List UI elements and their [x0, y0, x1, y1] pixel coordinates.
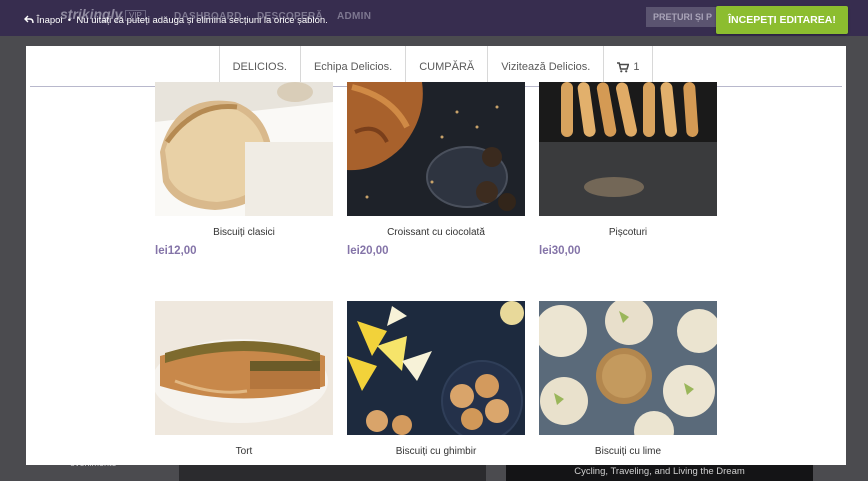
back-label: Înapoi: [36, 15, 63, 26]
product-card[interactable]: Pișcoturi lei30,00: [539, 82, 717, 257]
back-link[interactable]: Înapoi: [24, 15, 65, 26]
cart-button[interactable]: 1: [603, 46, 654, 86]
back-bar: Înapoi • Nu uitați că puteți adăuga și e…: [24, 15, 328, 26]
notice-text: Nu uitați că puteți adăuga și elimina se…: [76, 15, 328, 26]
start-editing-button[interactable]: ÎNCEPEȚI EDITAREA!: [716, 6, 848, 34]
product-photo[interactable]: [347, 82, 525, 216]
bg-card-caption: Cycling, Traveling, and Living the Dream: [574, 466, 745, 477]
product-card[interactable]: Tort: [155, 301, 333, 457]
product-name: Tort: [235, 446, 253, 457]
product-photo[interactable]: [347, 301, 525, 435]
nav-admin[interactable]: ADMIN: [337, 11, 371, 22]
product-price: lei20,00: [347, 245, 389, 257]
product-price: lei12,00: [155, 245, 197, 257]
product-name: Biscuiți clasici: [213, 227, 275, 238]
product-card[interactable]: Biscuiți cu ghimbir: [347, 301, 525, 457]
product-name: Biscuiți cu lime: [594, 446, 662, 457]
product-card[interactable]: Croissant cu ciocolată lei20,00: [347, 82, 525, 257]
product-photo[interactable]: [155, 301, 333, 435]
product-price: lei30,00: [539, 245, 581, 257]
site-nav-visit[interactable]: Vizitează Delicios.: [487, 46, 603, 86]
back-arrow-icon: [24, 15, 34, 24]
product-card[interactable]: Biscuiți clasici lei12,00: [155, 82, 333, 257]
site-nav: DELICIOS. Echipa Delicios. CUMPĂRĂ Vizit…: [26, 46, 846, 86]
product-name: Croissant cu ciocolată: [387, 227, 485, 238]
product-photo[interactable]: [539, 301, 717, 435]
bg-card-left: [179, 463, 486, 481]
pricing-button[interactable]: PREȚURI ȘI P: [646, 7, 716, 27]
product-card[interactable]: Biscuiți cu lime: [539, 301, 717, 457]
separator-dot: •: [65, 15, 74, 26]
site-preview: DELICIOS. Echipa Delicios. CUMPĂRĂ Vizit…: [26, 46, 846, 465]
site-nav-shop[interactable]: CUMPĂRĂ: [405, 46, 487, 86]
product-name: Pișcoturi: [608, 227, 648, 238]
product-name: Biscuiți cu ghimbir: [395, 446, 477, 457]
site-nav-team[interactable]: Echipa Delicios.: [299, 46, 405, 86]
shopping-cart-icon: [617, 61, 630, 72]
product-photo[interactable]: [539, 82, 717, 216]
cart-count: 1: [633, 61, 640, 73]
site-nav-home[interactable]: DELICIOS.: [218, 46, 300, 86]
product-photo[interactable]: [155, 82, 333, 216]
